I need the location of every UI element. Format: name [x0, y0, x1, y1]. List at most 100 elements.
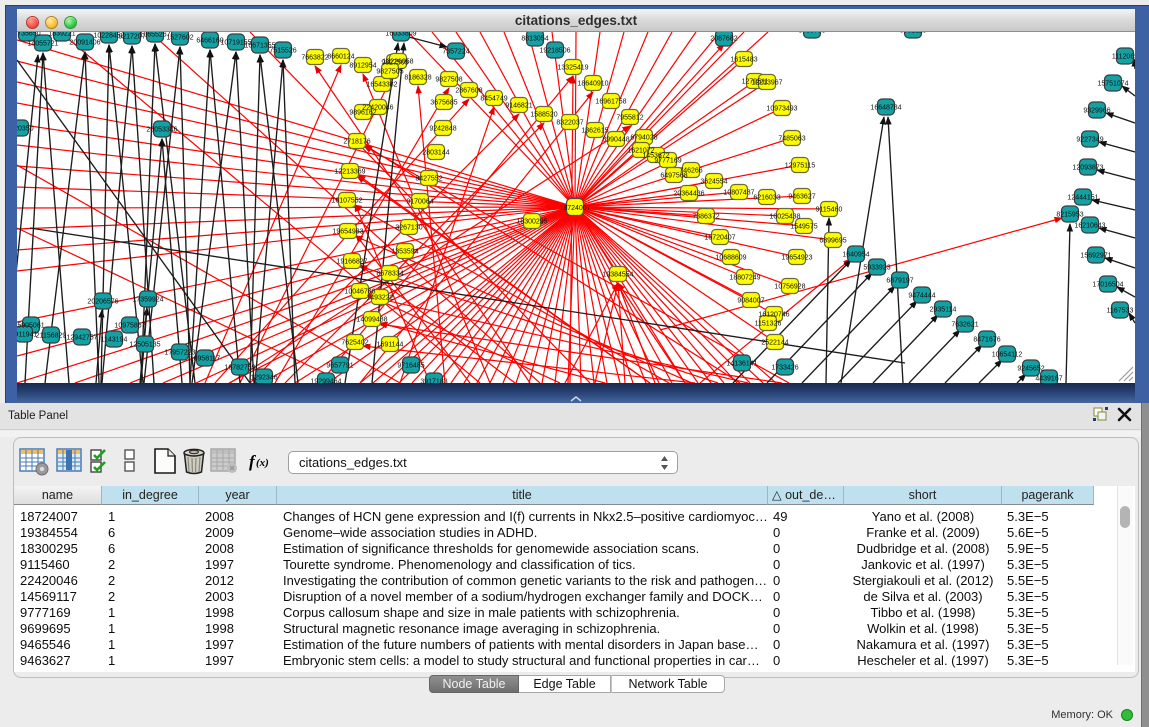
svg-text:6794028: 6794028	[630, 135, 657, 142]
svg-text:10807487: 10807487	[723, 190, 754, 197]
svg-text:8454749: 8454749	[480, 96, 507, 103]
svg-text:7515526: 7515526	[269, 48, 296, 55]
svg-text:15692971: 15692971	[1080, 253, 1111, 260]
svg-text:9329966: 9329966	[1083, 108, 1110, 115]
svg-text:10654112: 10654112	[992, 352, 1023, 359]
svg-text:13226058: 13226058	[382, 59, 413, 66]
svg-text:1143194: 1143194	[101, 337, 128, 344]
svg-text:20206576: 20206576	[87, 299, 118, 306]
svg-text:15751074: 15751074	[1097, 81, 1128, 88]
svg-text:10975867: 10975867	[114, 323, 145, 330]
svg-text:4735650: 4735650	[17, 32, 41, 38]
svg-text:8471676: 8471676	[973, 337, 1000, 344]
svg-text:6899695: 6899695	[819, 238, 846, 245]
svg-text:16120746: 16120746	[758, 312, 789, 319]
svg-text:19218506: 19218506	[539, 48, 570, 55]
svg-text:9115460: 9115460	[816, 207, 843, 214]
svg-text:8990448: 8990448	[602, 137, 629, 144]
svg-text:1362615: 1362615	[581, 128, 608, 135]
svg-text:3624554: 3624554	[700, 179, 727, 186]
svg-text:12505135: 12505135	[129, 342, 160, 349]
svg-text:4439167: 4439167	[1035, 376, 1062, 383]
svg-text:16648784: 16648784	[870, 105, 901, 112]
svg-text:10756928: 10756928	[774, 284, 805, 291]
svg-text:8489709: 8489709	[798, 32, 825, 35]
svg-text:2522144: 2522144	[761, 340, 788, 347]
svg-text:1151326: 1151326	[755, 321, 782, 328]
svg-text:16210643: 16210643	[1074, 223, 1105, 230]
svg-text:2867608: 2867608	[455, 88, 482, 95]
svg-text:19166827: 19166827	[336, 259, 367, 266]
svg-text:2087682: 2087682	[710, 36, 737, 43]
svg-text:8678334: 8678334	[376, 271, 403, 278]
svg-text:7485063: 7485063	[778, 136, 805, 143]
svg-text:3267130: 3267130	[395, 225, 422, 232]
svg-text:1615483: 1615483	[730, 57, 757, 64]
svg-text:1588520: 1588520	[530, 112, 557, 119]
svg-text:16107552: 16107552	[331, 198, 362, 205]
svg-text:1493222: 1493222	[366, 295, 393, 302]
svg-text:10025438: 10025438	[769, 214, 800, 221]
svg-text:1640954: 1640954	[842, 252, 869, 259]
svg-text:1691144: 1691144	[377, 342, 404, 349]
svg-text:14099488: 14099488	[356, 317, 387, 324]
svg-text:2803144: 2803144	[422, 150, 449, 157]
svg-text:9084007: 9084007	[737, 298, 764, 305]
svg-text:18640910: 18640910	[577, 81, 608, 88]
svg-text:7663822: 7663822	[301, 55, 328, 62]
svg-text:10973493: 10973493	[766, 106, 797, 113]
svg-text:20053346: 20053346	[146, 127, 177, 134]
svg-text:9242848: 9242848	[429, 126, 456, 133]
svg-text:9227349: 9227349	[1076, 137, 1103, 144]
svg-text:17359924: 17359924	[132, 297, 163, 304]
svg-text:6216033: 6216033	[753, 195, 780, 202]
svg-text:2620350: 2620350	[17, 126, 34, 133]
svg-text:9896162: 9896162	[349, 110, 376, 117]
svg-text:1733426: 1733426	[771, 365, 798, 372]
svg-text:19654923: 19654923	[781, 255, 812, 262]
svg-text:18724007: 18724007	[559, 205, 590, 212]
svg-text:9716485: 9716485	[397, 363, 424, 370]
svg-text:8912954: 8912954	[349, 63, 376, 70]
svg-text:20091406: 20091406	[69, 40, 100, 47]
svg-text:1549575: 1549575	[790, 224, 817, 231]
svg-text:5682115: 5682115	[900, 32, 927, 35]
svg-text:1112065: 1112065	[1112, 54, 1135, 61]
svg-text:14136141: 14136141	[726, 361, 757, 368]
svg-text:12942757: 12942757	[66, 335, 97, 342]
svg-text:5933923: 5933923	[863, 265, 890, 272]
svg-text:16961758: 16961758	[595, 99, 626, 106]
svg-text:6879197: 6879197	[886, 278, 913, 285]
svg-text:1167533: 1167533	[1107, 308, 1134, 315]
svg-text:2935114: 2935114	[930, 307, 957, 314]
svg-text:7386372: 7386372	[692, 214, 719, 221]
svg-text:7625402: 7625402	[341, 340, 368, 347]
svg-text:9245652: 9245652	[1017, 366, 1044, 373]
svg-text:16033809: 16033809	[385, 32, 416, 38]
svg-text:8813054: 8813054	[521, 36, 548, 43]
svg-text:8427552: 8427552	[415, 176, 442, 183]
svg-text:13325419: 13325419	[557, 65, 588, 72]
svg-text:9146821: 9146821	[505, 103, 532, 110]
svg-text:1292346: 1292346	[250, 375, 277, 382]
svg-text:746266: 746266	[679, 168, 702, 175]
svg-text:7955812: 7955812	[616, 115, 643, 122]
svg-text:21156829: 21156829	[36, 333, 67, 340]
svg-text:(x): (x)	[256, 457, 269, 469]
svg-text:12444151: 12444151	[1067, 195, 1098, 202]
svg-text:10688609: 10688609	[715, 255, 746, 262]
svg-text:12093873: 12093873	[1072, 165, 1103, 172]
svg-text:3911941: 3911941	[17, 332, 37, 339]
svg-text:15720407: 15720407	[704, 235, 735, 242]
svg-text:12213967: 12213967	[751, 80, 782, 87]
svg-text:19654983: 19654983	[332, 229, 363, 236]
svg-text:12975115: 12975115	[785, 163, 816, 170]
svg-text:18300295: 18300295	[516, 219, 547, 226]
svg-text:9170064: 9170064	[406, 199, 433, 206]
svg-text:19384554: 19384554	[602, 272, 633, 279]
svg-text:12213369: 12213369	[334, 169, 365, 176]
svg-text:9474444: 9474444	[908, 293, 935, 300]
svg-text:20364436: 20364436	[673, 191, 704, 198]
svg-text:9827505: 9827505	[376, 69, 403, 76]
svg-text:1527602: 1527602	[166, 35, 193, 42]
